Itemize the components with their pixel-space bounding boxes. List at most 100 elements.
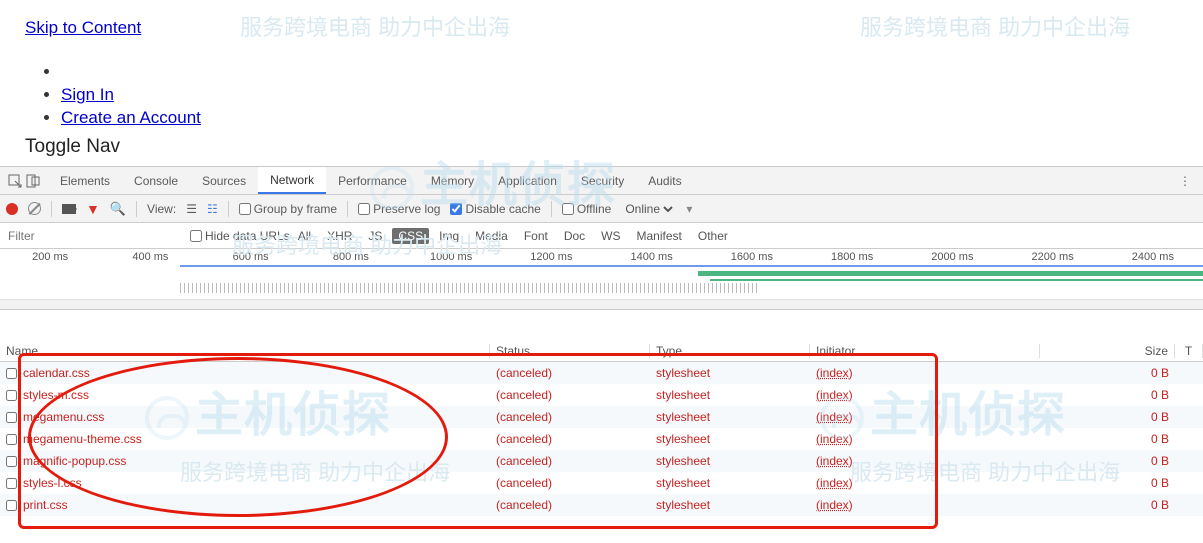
file-name: calendar.css — [23, 366, 90, 380]
tab-application[interactable]: Application — [486, 167, 569, 194]
col-initiator[interactable]: Initiator — [810, 344, 1040, 358]
throttling-select[interactable]: Online — [621, 201, 676, 217]
col-status[interactable]: Status — [490, 344, 650, 358]
timeline-tick: 600 ms — [201, 251, 301, 263]
initiator-link[interactable]: (index) — [816, 476, 853, 490]
file-name: styles-m.css — [23, 388, 89, 402]
file-name: megamenu-theme.css — [23, 432, 142, 446]
divider — [551, 201, 552, 217]
skip-to-content-link[interactable]: Skip to Content — [25, 18, 141, 37]
file-name: styles-l.css — [23, 476, 82, 490]
row-checkbox[interactable] — [6, 368, 17, 379]
sign-in-link[interactable]: Sign In — [61, 85, 114, 104]
timeline-tick: 1200 ms — [501, 251, 601, 263]
filter-all[interactable]: All — [292, 228, 317, 244]
view-list-icon[interactable]: ☰ — [186, 202, 197, 216]
table-row[interactable]: magnific-popup.css(canceled)stylesheet(i… — [0, 450, 1203, 472]
initiator-link[interactable]: (index) — [816, 388, 853, 402]
timeline-tick: 2200 ms — [1003, 251, 1103, 263]
file-name: print.css — [23, 498, 68, 512]
clear-button[interactable] — [28, 202, 41, 215]
preserve-log-checkbox[interactable]: Preserve log — [358, 202, 440, 216]
size-cell: 0 B — [1040, 410, 1175, 424]
page-content: Skip to Content Sign In Create an Accoun… — [0, 0, 1203, 162]
type-cell: stylesheet — [650, 388, 810, 402]
col-name[interactable]: Name — [0, 344, 490, 358]
screenshot-icon[interactable] — [62, 204, 76, 214]
filter-bar: Hide data URLs All XHR JS CSS Img Media … — [0, 223, 1203, 249]
network-table: Name Status Type Initiator Size T calend… — [0, 340, 1203, 516]
filter-ws[interactable]: WS — [595, 228, 626, 244]
row-checkbox[interactable] — [6, 412, 17, 423]
record-button[interactable] — [6, 203, 18, 215]
filter-other[interactable]: Other — [692, 228, 734, 244]
filter-img[interactable]: Img — [433, 228, 465, 244]
empty-list-item — [61, 62, 1195, 82]
initiator-link[interactable]: (index) — [816, 498, 853, 512]
tab-performance[interactable]: Performance — [326, 167, 419, 194]
table-row[interactable]: megamenu-theme.css(canceled)stylesheet(i… — [0, 428, 1203, 450]
initiator-link[interactable]: (index) — [816, 432, 853, 446]
chevron-down-icon: ▾ — [686, 202, 692, 216]
create-account-link[interactable]: Create an Account — [61, 108, 201, 127]
col-t[interactable]: T — [1175, 344, 1203, 358]
filter-css[interactable]: CSS — [392, 228, 429, 244]
filter-doc[interactable]: Doc — [558, 228, 591, 244]
row-checkbox[interactable] — [6, 434, 17, 445]
initiator-link[interactable]: (index) — [816, 454, 853, 468]
row-checkbox[interactable] — [6, 500, 17, 511]
tab-elements[interactable]: Elements — [48, 167, 122, 194]
timeline-scrollbar[interactable] — [0, 299, 1203, 309]
tab-audits[interactable]: Audits — [636, 167, 693, 194]
type-cell: stylesheet — [650, 366, 810, 380]
disable-cache-checkbox[interactable]: Disable cache — [450, 202, 540, 216]
divider — [136, 201, 137, 217]
tab-sources[interactable]: Sources — [190, 167, 258, 194]
filter-font[interactable]: Font — [518, 228, 554, 244]
device-toggle-icon[interactable] — [26, 174, 40, 188]
col-size[interactable]: Size — [1040, 344, 1175, 358]
status-cell: (canceled) — [490, 454, 650, 468]
table-row[interactable]: styles-l.css(canceled)stylesheet(index)0… — [0, 472, 1203, 494]
row-checkbox[interactable] — [6, 456, 17, 467]
filter-manifest[interactable]: Manifest — [631, 228, 688, 244]
table-row[interactable]: megamenu.css(canceled)stylesheet(index)0… — [0, 406, 1203, 428]
tab-network[interactable]: Network — [258, 167, 326, 194]
col-type[interactable]: Type — [650, 344, 810, 358]
size-cell: 0 B — [1040, 454, 1175, 468]
view-waterfall-icon[interactable]: ☷ — [207, 202, 218, 216]
filter-input[interactable] — [0, 225, 190, 247]
inspect-icon[interactable] — [8, 174, 22, 188]
tab-console[interactable]: Console — [122, 167, 190, 194]
type-cell: stylesheet — [650, 498, 810, 512]
toggle-nav[interactable]: Toggle Nav — [25, 136, 1195, 158]
timeline-tick: 2000 ms — [902, 251, 1002, 263]
timeline-overview[interactable]: 200 ms400 ms600 ms800 ms1000 ms1200 ms14… — [0, 249, 1203, 310]
filter-js[interactable]: JS — [362, 228, 388, 244]
status-cell: (canceled) — [490, 388, 650, 402]
table-row[interactable]: calendar.css(canceled)stylesheet(index)0… — [0, 362, 1203, 384]
tab-memory[interactable]: Memory — [419, 167, 486, 194]
search-icon[interactable]: 🔍 — [110, 201, 126, 217]
offline-checkbox[interactable]: Offline — [562, 202, 611, 216]
type-cell: stylesheet — [650, 454, 810, 468]
initiator-link[interactable]: (index) — [816, 366, 853, 380]
row-checkbox[interactable] — [6, 390, 17, 401]
divider — [228, 201, 229, 217]
filter-media[interactable]: Media — [469, 228, 514, 244]
devtools-tabbar: Elements Console Sources Network Perform… — [0, 167, 1203, 195]
group-by-frame-checkbox[interactable]: Group by frame — [239, 202, 337, 216]
initiator-link[interactable]: (index) — [816, 410, 853, 424]
network-toolbar: ▼ 🔍 View: ☰ ☷ Group by frame Preserve lo… — [0, 195, 1203, 223]
row-checkbox[interactable] — [6, 478, 17, 489]
filter-xhr[interactable]: XHR — [321, 228, 358, 244]
filter-toggle-icon[interactable]: ▼ — [86, 201, 100, 217]
table-row[interactable]: styles-m.css(canceled)stylesheet(index)0… — [0, 384, 1203, 406]
file-name: megamenu.css — [23, 410, 104, 424]
tab-security[interactable]: Security — [569, 167, 636, 194]
table-row[interactable]: print.css(canceled)stylesheet(index)0 B — [0, 494, 1203, 516]
more-menu-icon[interactable]: ⋮ — [1167, 174, 1203, 188]
timeline-tick: 1000 ms — [401, 251, 501, 263]
timeline-tick: 2400 ms — [1103, 251, 1203, 263]
hide-data-urls-checkbox[interactable]: Hide data URLs — [190, 229, 290, 243]
